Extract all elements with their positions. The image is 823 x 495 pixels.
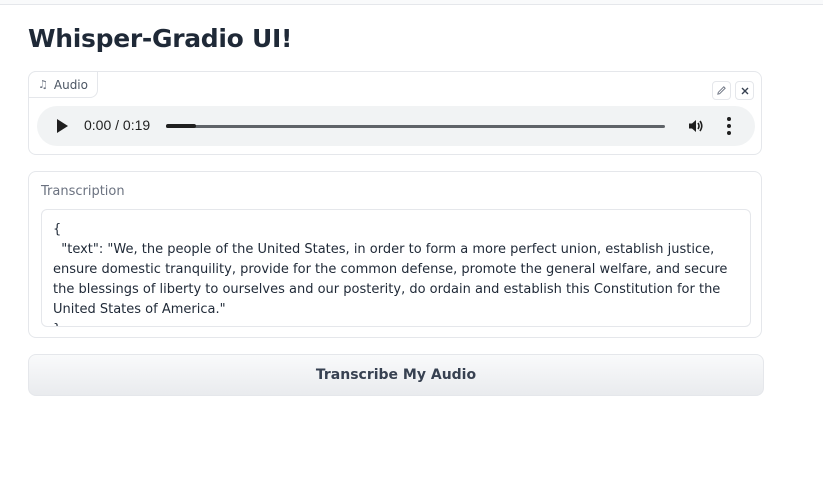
seek-bar[interactable] <box>166 124 665 128</box>
edit-button[interactable] <box>712 81 731 100</box>
time-display: 0:00 / 0:19 <box>84 117 151 133</box>
transcription-label: Transcription <box>41 184 125 199</box>
top-border <box>0 0 823 5</box>
audio-player[interactable]: 0:00 / 0:19 <box>37 106 755 146</box>
play-icon[interactable] <box>57 119 68 133</box>
audio-panel: ♫ Audio 0:00 / 0:19 <box>28 71 762 155</box>
page-title: Whisper-Gradio UI! <box>28 24 293 53</box>
more-vertical-icon[interactable] <box>727 117 731 135</box>
close-button[interactable] <box>735 81 754 100</box>
audio-label-tag: ♫ Audio <box>28 71 98 98</box>
transcription-panel: Transcription { "text": "We, the people … <box>28 171 762 338</box>
audio-label: Audio <box>53 77 88 92</box>
close-icon <box>741 87 748 94</box>
music-note-icon: ♫ <box>38 78 48 91</box>
seek-bar-progress <box>166 124 196 128</box>
volume-icon[interactable] <box>687 117 705 135</box>
pencil-icon <box>717 86 726 95</box>
transcription-output[interactable]: { "text": "We, the people of the United … <box>41 209 751 327</box>
transcribe-button[interactable]: Transcribe My Audio <box>28 354 764 396</box>
